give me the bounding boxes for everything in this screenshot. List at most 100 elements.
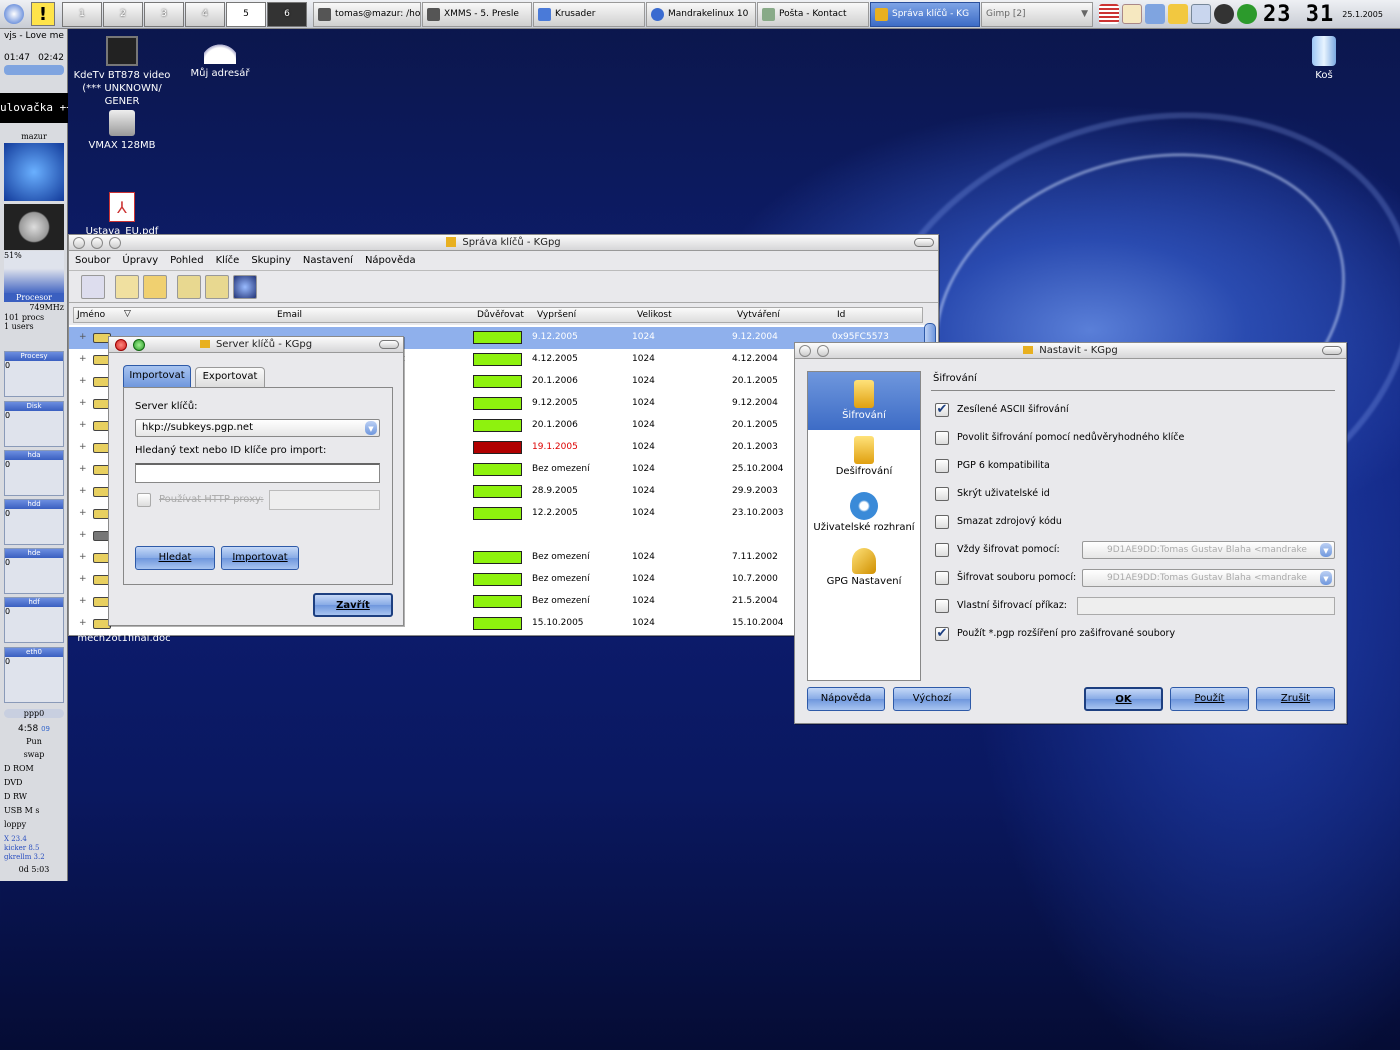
desktop-icon-trash[interactable]: Koš <box>1274 36 1374 82</box>
menu-upravy[interactable]: Úpravy <box>122 255 158 266</box>
xmms-controls[interactable] <box>4 65 64 75</box>
drive-cdrom[interactable]: D ROM <box>4 764 64 773</box>
task-xmms[interactable]: XMMS - 5. Presle <box>422 1 532 27</box>
close-button[interactable] <box>73 237 85 249</box>
option-checkbox[interactable] <box>935 487 949 501</box>
column-trust[interactable]: Důvěřovat <box>477 310 524 320</box>
expand-toggle[interactable]: + <box>79 486 87 496</box>
defaults-button[interactable]: Výchozí <box>893 687 971 711</box>
column-id[interactable]: Id <box>837 310 845 320</box>
network-icon[interactable] <box>1191 4 1211 24</box>
file-encrypt-select[interactable]: 9D1AE9DD:Tomas Gustav Blaha <mandrake ▼ <box>1082 569 1335 587</box>
close-dialog-button[interactable]: Zavřít <box>313 593 393 617</box>
drive-dvd[interactable]: DVD <box>4 778 64 787</box>
help-button[interactable]: Nápověda <box>807 687 885 711</box>
server-select[interactable]: hkp://subkeys.pgp.net ▼ <box>135 419 380 437</box>
menu-napoveda[interactable]: Nápověda <box>365 255 416 266</box>
us-flag-icon[interactable] <box>1099 4 1119 24</box>
export-key-icon[interactable] <box>205 275 229 299</box>
pager-desktop-6[interactable]: 6 <box>267 1 307 27</box>
pager-desktop-2[interactable]: 2 <box>103 1 143 27</box>
desktop-icon-home[interactable]: Můj adresář <box>170 36 270 80</box>
menu-pohled[interactable]: Pohled <box>170 255 203 266</box>
shade-button[interactable] <box>379 340 399 349</box>
kgpg-titlebar[interactable]: Správa klíčů - KGpg <box>69 235 938 251</box>
column-size[interactable]: Velikost <box>637 310 672 320</box>
speaker-icon[interactable] <box>1145 4 1165 24</box>
option-checkbox[interactable] <box>935 515 949 529</box>
task-krusader[interactable]: Krusader <box>533 1 645 27</box>
search-button[interactable]: Hledat <box>135 546 215 570</box>
ok-button[interactable]: OK <box>1084 687 1163 711</box>
option-checkbox[interactable] <box>935 459 949 473</box>
klipper-icon[interactable] <box>1122 4 1142 24</box>
menu-klice[interactable]: Klíče <box>216 255 240 266</box>
nav-gpg[interactable]: GPG Nastavení <box>808 542 920 598</box>
task-kgpg[interactable]: Správa klíčů - KG <box>870 1 980 27</box>
download-icon[interactable] <box>1214 4 1234 24</box>
key-properties-icon[interactable] <box>115 275 139 299</box>
maximize-button[interactable] <box>109 237 121 249</box>
proxy-input[interactable] <box>269 490 380 510</box>
proxy-checkbox[interactable] <box>137 493 151 507</box>
expand-toggle[interactable]: + <box>79 552 87 562</box>
menu-nastaveni[interactable]: Nastavení <box>303 255 353 266</box>
import-button[interactable]: Importovat <box>221 546 299 570</box>
task-kontact[interactable]: Pošta - Kontact <box>757 1 869 27</box>
search-input[interactable] <box>135 463 380 483</box>
task-mandrake[interactable]: Mandrakelinux 10 <box>646 1 756 27</box>
pun-label[interactable]: Pun <box>4 737 64 746</box>
pager-desktop-4[interactable]: 4 <box>185 1 225 27</box>
close-button[interactable] <box>115 339 127 351</box>
option-checkbox[interactable] <box>935 571 949 585</box>
option-checkbox[interactable] <box>935 543 949 557</box>
column-expiry[interactable]: Vypršení <box>537 310 576 320</box>
warning-applet-icon[interactable]: ! <box>28 1 58 28</box>
apply-button[interactable]: Použít <box>1170 687 1249 711</box>
expand-toggle[interactable]: + <box>79 618 87 628</box>
expand-toggle[interactable]: + <box>79 442 87 452</box>
option-checkbox[interactable]: ✔ <box>935 627 949 641</box>
expand-toggle[interactable]: + <box>79 420 87 430</box>
always-encrypt-select[interactable]: 9D1AE9DD:Tomas Gustav Blaha <mandrake ▼ <box>1082 541 1335 559</box>
edit-key-icon[interactable] <box>143 275 167 299</box>
desktop-icon-kdetv[interactable]: KdeTv BT878 video (*** UNKNOWN/ GENER <box>72 36 172 108</box>
desktop-icon-pdf[interactable]: ⅄ Ustava_EU.pdf <box>72 192 172 234</box>
expand-toggle[interactable]: + <box>79 530 87 540</box>
kgpg-tray-icon[interactable] <box>1168 4 1188 24</box>
drive-cdrw[interactable]: D RW <box>4 792 64 801</box>
nav-ui[interactable]: Uživatelské rozhraní <box>808 486 920 542</box>
cancel-button[interactable]: Zrušit <box>1256 687 1335 711</box>
column-email[interactable]: Email <box>277 310 302 320</box>
pager-desktop-5[interactable]: 5 <box>226 1 266 27</box>
expand-toggle[interactable]: + <box>79 508 87 518</box>
menu-soubor[interactable]: Soubor <box>75 255 110 266</box>
expand-toggle[interactable]: + <box>79 398 87 408</box>
minimize-button[interactable] <box>91 237 103 249</box>
option-checkbox[interactable] <box>935 599 949 613</box>
drive-floppy[interactable]: loppy <box>4 820 64 829</box>
nav-encryption[interactable]: Šifrování <box>808 372 920 430</box>
drive-usb[interactable]: USB M s <box>4 806 64 815</box>
pager-desktop-1[interactable]: 1 <box>62 1 102 27</box>
column-created[interactable]: Vytváření <box>737 310 780 320</box>
task-terminal[interactable]: tomas@mazur: /ho <box>313 1 421 27</box>
clover-icon[interactable] <box>1237 4 1257 24</box>
expand-toggle[interactable]: + <box>79 354 87 364</box>
expand-toggle[interactable]: + <box>79 332 87 342</box>
shade-button[interactable] <box>1322 346 1342 355</box>
keyserver-icon[interactable] <box>233 275 257 299</box>
clock[interactable]: 23 31 <box>1263 2 1334 27</box>
minimize-button[interactable] <box>817 345 829 357</box>
keyserver-titlebar[interactable]: Server klíčů - KGpg <box>109 337 403 353</box>
desktop-icon-vmax[interactable]: VMAX 128MB <box>72 110 172 152</box>
option-checkbox[interactable] <box>935 431 949 445</box>
expand-toggle[interactable]: + <box>79 574 87 584</box>
tab-export[interactable]: Exportovat <box>195 367 265 387</box>
import-key-icon[interactable] <box>177 275 201 299</box>
menu-skupiny[interactable]: Skupiny <box>251 255 291 266</box>
column-name[interactable]: Jméno <box>77 310 105 320</box>
option-checkbox[interactable]: ✔ <box>935 403 949 417</box>
expand-toggle[interactable]: + <box>79 376 87 386</box>
shade-button[interactable] <box>914 238 934 247</box>
